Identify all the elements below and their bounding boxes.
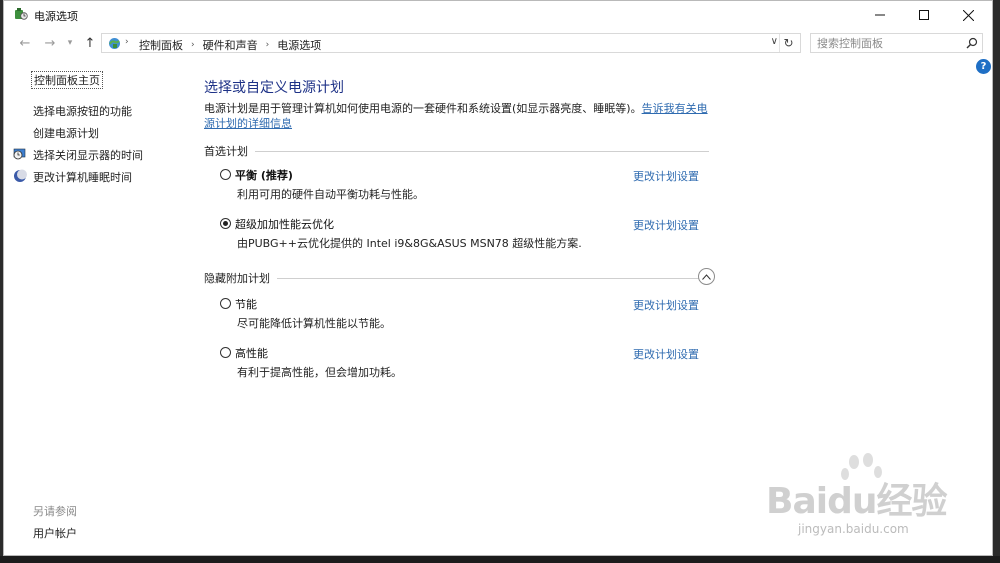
window-title: 电源选项 xyxy=(34,10,78,23)
hidden-plans-heading: 隐藏附加计划 xyxy=(204,270,709,286)
plan-description: 有利于提高性能，但会增加功耗。 xyxy=(237,366,402,379)
plan-description: 由PUBG++云优化提供的 Intel i9&8G&ASUS MSN78 超级性… xyxy=(237,237,582,250)
breadcrumb: 控制面板 › 硬件和声音 › 电源选项 xyxy=(139,37,321,53)
recent-locations-button[interactable]: ▾ xyxy=(61,34,79,52)
address-dropdown-icon[interactable]: ∨ xyxy=(771,36,778,47)
minimize-icon xyxy=(875,14,885,16)
baidu-watermark: Baidu经验 jingyan.baidu.com xyxy=(762,453,962,551)
forward-button[interactable]: → xyxy=(41,34,59,52)
divider xyxy=(255,150,709,152)
group-heading-label: 首选计划 xyxy=(204,145,248,158)
breadcrumb-separator-icon: › xyxy=(125,37,129,47)
title-bar: 电源选项 xyxy=(4,1,992,29)
plan-name[interactable]: 节能 xyxy=(235,296,257,312)
sidebar-item-create-plan[interactable]: 创建电源计划 xyxy=(33,125,99,141)
change-plan-settings-link[interactable]: 更改计划设置 xyxy=(633,346,699,362)
change-plan-settings-link[interactable]: 更改计划设置 xyxy=(633,297,699,313)
change-plan-settings-link[interactable]: 更改计划设置 xyxy=(633,217,699,233)
address-bar[interactable]: › 控制面板 › 硬件和声音 › 电源选项 ∨ ↻ xyxy=(101,33,801,53)
chevron-up-icon xyxy=(702,273,711,280)
maximize-button[interactable] xyxy=(902,1,946,29)
plan-radio[interactable] xyxy=(220,298,231,309)
close-button[interactable] xyxy=(946,1,990,29)
breadcrumb-item[interactable]: 电源选项 xyxy=(277,37,321,53)
plan-name[interactable]: 超级加加性能云优化 xyxy=(235,216,334,232)
back-button[interactable]: ← xyxy=(16,34,34,52)
plan-name[interactable]: 平衡 (推荐) xyxy=(235,167,293,183)
breadcrumb-item[interactable]: 硬件和声音 xyxy=(203,37,258,53)
chevron-down-icon: ▾ xyxy=(67,38,73,48)
breadcrumb-separator-icon[interactable]: › xyxy=(266,40,270,50)
intro-text: 电源计划是用于管理计算机如何使用电源的一套硬件和系统设置(如显示器亮度、睡眠等)… xyxy=(204,101,714,131)
intro-description: 电源计划是用于管理计算机如何使用电源的一套硬件和系统设置(如显示器亮度、睡眠等)… xyxy=(204,102,642,115)
group-heading-label: 隐藏附加计划 xyxy=(204,272,270,285)
breadcrumb-item[interactable]: 控制面板 xyxy=(139,37,183,53)
back-arrow-icon: ← xyxy=(19,35,31,51)
control-panel-icon xyxy=(109,38,120,49)
power-options-icon xyxy=(15,8,28,20)
close-icon xyxy=(962,9,974,21)
divider xyxy=(277,277,709,279)
plan-radio[interactable] xyxy=(220,218,231,229)
sidebar-item-sleep-time[interactable]: 更改计算机睡眠时间 xyxy=(33,169,132,185)
breadcrumb-separator-icon[interactable]: › xyxy=(191,40,195,50)
address-row: ← → ▾ ↑ › 控制面板 › 硬件和声音 › 电源选项 ∨ ↻ xyxy=(4,29,992,57)
forward-arrow-icon: → xyxy=(44,35,56,51)
plan-name[interactable]: 高性能 xyxy=(235,345,268,361)
power-options-window: 电源选项 ← → ▾ ↑ › 控制面板 › 硬件和声音 › 电源选项 ∨ ↻ 搜… xyxy=(3,0,993,556)
help-icon[interactable]: ? xyxy=(976,59,991,74)
search-icon[interactable] xyxy=(966,37,978,49)
plan-description: 利用可用的硬件自动平衡功耗与性能。 xyxy=(237,188,424,201)
minimize-button[interactable] xyxy=(858,1,902,29)
collapse-button[interactable] xyxy=(698,268,715,285)
up-button[interactable]: ↑ xyxy=(81,34,99,52)
up-arrow-icon: ↑ xyxy=(84,35,96,51)
search-box[interactable] xyxy=(810,33,983,53)
sidebar-item-display-off[interactable]: 选择关闭显示器的时间 xyxy=(33,147,143,163)
display-clock-icon xyxy=(13,148,26,160)
refresh-icon[interactable]: ↻ xyxy=(779,34,797,52)
taskbar-strip xyxy=(0,556,1000,563)
sidebar-item-power-buttons[interactable]: 选择电源按钮的功能 xyxy=(33,103,132,119)
watermark-url: jingyan.baidu.com xyxy=(798,522,909,536)
sidebar-item-user-accounts[interactable]: 用户帐户 xyxy=(33,525,77,541)
plan-radio[interactable] xyxy=(220,169,231,180)
search-input[interactable] xyxy=(811,34,961,52)
maximize-icon xyxy=(919,10,929,20)
sidebar: 控制面板主页 选择电源按钮的功能 创建电源计划 选择关闭显示器的时间 更改计算机… xyxy=(4,57,189,555)
preferred-plans-heading: 首选计划 xyxy=(204,143,709,159)
watermark-brand: Baidu经验 xyxy=(766,481,947,522)
change-plan-settings-link[interactable]: 更改计划设置 xyxy=(633,168,699,184)
see-also-heading: 另请参阅 xyxy=(33,505,77,518)
plan-radio[interactable] xyxy=(220,347,231,358)
page-title: 选择或自定义电源计划 xyxy=(204,80,344,96)
sidebar-item-control-panel-home[interactable]: 控制面板主页 xyxy=(31,71,103,89)
moon-icon xyxy=(14,169,27,182)
plan-description: 尽可能降低计算机性能以节能。 xyxy=(237,317,391,330)
main-content: 选择或自定义电源计划 电源计划是用于管理计算机如何使用电源的一套硬件和系统设置(… xyxy=(204,57,724,555)
